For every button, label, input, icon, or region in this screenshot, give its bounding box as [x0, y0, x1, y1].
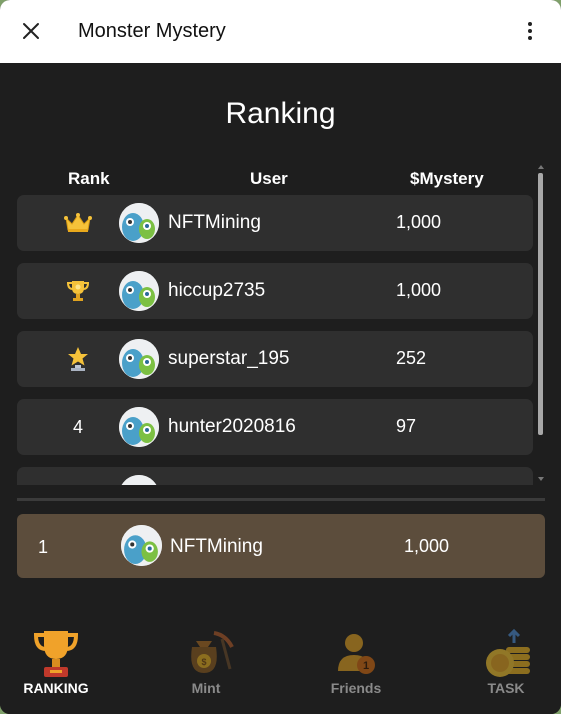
divider: [17, 498, 545, 501]
monster-avatar-icon: [119, 203, 159, 243]
nav-task[interactable]: TASK: [451, 619, 561, 714]
my-username: NFTMining: [170, 536, 263, 557]
avatar: [119, 339, 159, 379]
table-row[interactable]: NFTMining 1,000: [17, 195, 533, 251]
avatar: [119, 203, 159, 243]
title-bar: Monster Mystery: [0, 0, 561, 63]
nav-label: Friends: [330, 680, 382, 696]
nav-friends[interactable]: 1 Friends: [301, 619, 411, 714]
crown-icon: [64, 213, 92, 232]
nav-mint[interactable]: $ Mint: [151, 619, 261, 714]
table-row[interactable]: superstar_195 252: [17, 331, 533, 387]
app-title: Monster Mystery: [78, 20, 226, 42]
avatar: [121, 525, 162, 566]
svg-text:$: $: [201, 657, 206, 667]
username: hunter2020816: [168, 416, 296, 437]
svg-text:1: 1: [363, 660, 369, 672]
nav-label: TASK: [487, 680, 525, 696]
close-icon: [23, 23, 39, 39]
money-bag-pickaxe-icon: $: [191, 631, 234, 673]
app-window: Monster Mystery Ranking Rank User $Myste…: [0, 0, 561, 714]
rank-cell: [51, 195, 105, 251]
trophy-icon: [33, 631, 79, 677]
nav-ranking[interactable]: RANKING: [1, 619, 111, 714]
ranking-list[interactable]: NFTMining 1,000 hiccup2735 1,000 superst…: [0, 193, 561, 485]
monster-avatar-icon: [121, 525, 162, 566]
avatar: [119, 271, 159, 311]
nav-label: Mint: [191, 680, 221, 696]
rank-cell: [51, 331, 105, 387]
friends-icon: 1: [338, 634, 375, 674]
score: 1,000: [396, 212, 442, 232]
monster-avatar-icon: [119, 475, 159, 485]
coins-stack-icon: [486, 628, 530, 677]
trophy-icon: [66, 281, 90, 301]
score: 252: [396, 348, 427, 368]
my-score: 1,000: [404, 536, 450, 556]
my-rank-row[interactable]: 1 NFTMining 1,000: [17, 514, 545, 578]
my-rank: 1: [38, 537, 49, 557]
table-row[interactable]: [17, 467, 533, 485]
monster-avatar-icon: [119, 271, 159, 311]
score: 1,000: [396, 280, 442, 300]
monster-avatar-icon: [119, 339, 159, 379]
username: superstar_195: [168, 348, 290, 369]
username: hiccup2735: [168, 280, 266, 301]
scrollbar-thumb[interactable]: [538, 173, 543, 435]
bottom-nav: RANKING $ Mint 1 Friends TASK: [0, 619, 561, 714]
scroll-down-arrow[interactable]: [538, 477, 544, 481]
column-header-mystery: $Mystery: [410, 169, 484, 188]
rank-cell: [51, 263, 105, 319]
star-trophy-icon: [68, 347, 88, 371]
avatar: [119, 475, 159, 485]
table-row[interactable]: 4 hunter2020816 97: [17, 399, 533, 455]
avatar: [119, 407, 159, 447]
monster-avatar-icon: [119, 407, 159, 447]
table-row[interactable]: hiccup2735 1,000: [17, 263, 533, 319]
close-button[interactable]: [18, 18, 44, 44]
more-vertical-icon: [528, 22, 532, 40]
scroll-up-arrow[interactable]: [538, 165, 544, 169]
score: 97: [396, 416, 417, 436]
column-header-user: User: [250, 169, 288, 188]
page-title: Ranking: [225, 97, 336, 130]
column-header-rank: Rank: [68, 169, 110, 188]
username: NFTMining: [168, 212, 261, 233]
main-content: Ranking Rank User $Mystery NFTMining 1,0…: [0, 63, 561, 714]
nav-label: RANKING: [23, 680, 89, 696]
rank-number: 4: [72, 416, 83, 437]
more-menu-button[interactable]: [517, 18, 543, 44]
